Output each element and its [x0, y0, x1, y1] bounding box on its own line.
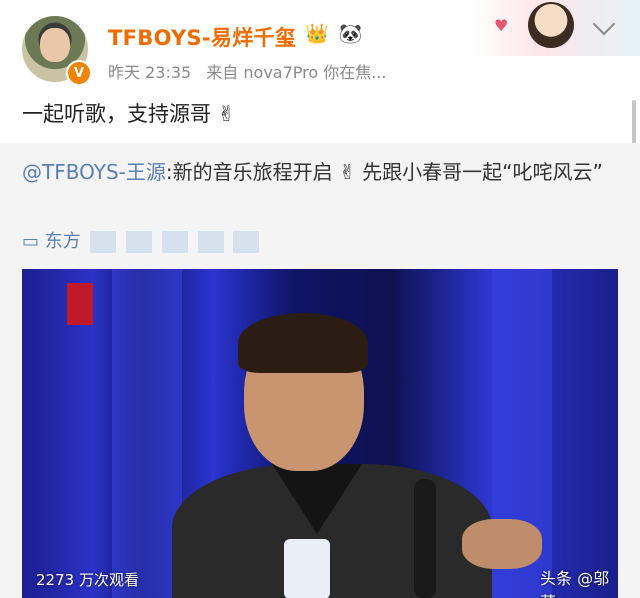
post-header: V TFBOYS-易烊千玺 👑 🐼 昨天 23:35 来自 nova7Pro 你… — [0, 0, 640, 90]
post-meta: 昨天 23:35 来自 nova7Pro 你在焦... — [108, 59, 397, 83]
repost-card[interactable]: @TFBOYS-王源:新的音乐旅程开启 ✌ 先跟小春哥一起“叱咤风云” ▭ 东方… — [0, 143, 640, 598]
panda-icon: 🐼 — [338, 23, 363, 45]
performer-hand — [462, 519, 542, 569]
stage-flag — [67, 283, 93, 325]
watermark: 头条 @邬董 — [540, 569, 610, 598]
redacted-block — [161, 231, 188, 253]
redacted-block — [233, 231, 260, 253]
performer-hair — [238, 313, 368, 373]
video-player[interactable]: 2273 万次观看 头条 @邬董 — [22, 269, 618, 598]
crown-icon: 👑 — [305, 23, 329, 45]
author-name[interactable]: TFBOYS-易烊千玺 — [108, 22, 296, 52]
post-time: 昨天 23:35 — [108, 63, 192, 82]
video-link-label[interactable]: 东方 — [45, 231, 81, 252]
microphone — [414, 479, 436, 598]
redacted-block — [197, 231, 224, 253]
redacted-block — [90, 231, 117, 253]
post-text: 一起听歌，支持源哥 ✌ — [22, 102, 236, 126]
video-link-icon: ▭ — [22, 231, 40, 252]
heart-icon: ♥ — [494, 16, 509, 35]
profile-decoration: ♥ — [470, 0, 640, 56]
author-badges: 👑 🐼 — [305, 22, 366, 45]
view-count: 2273 万次观看 — [36, 571, 139, 589]
post-source[interactable]: 来自 nova7Pro 你在焦... — [206, 63, 386, 82]
verified-icon: V — [66, 60, 92, 86]
repost-body: :新的音乐旅程开启 ✌ 先跟小春哥一起“叱咤风云” — [165, 160, 603, 184]
redacted-block — [126, 231, 153, 253]
drink-carton — [284, 539, 330, 598]
video-link[interactable]: ▭ 东方 — [22, 227, 260, 253]
repost-text: @TFBOYS-王源:新的音乐旅程开启 ✌ 先跟小春哥一起“叱咤风云” — [22, 157, 622, 187]
decoration-avatar — [528, 2, 574, 48]
mention-link[interactable]: @TFBOYS-王源 — [22, 160, 166, 184]
